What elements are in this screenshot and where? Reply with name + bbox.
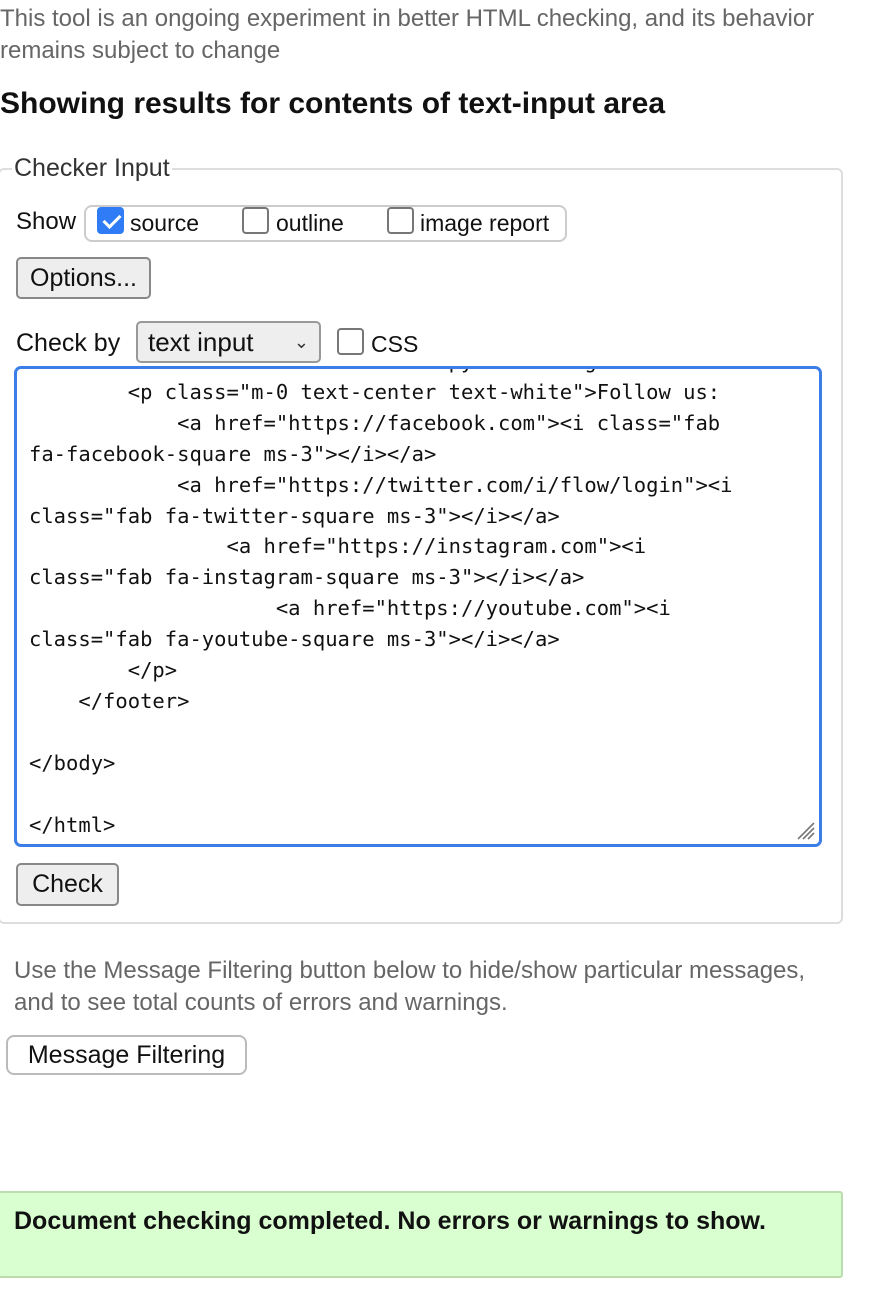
checker-input-legend: Checker Input bbox=[12, 152, 172, 184]
source-text: <footer class="footer-me auto py-5 dark-… bbox=[29, 369, 733, 837]
show-outline-label[interactable]: outline bbox=[276, 208, 344, 238]
message-filtering-button[interactable]: Message Filtering bbox=[6, 1035, 247, 1075]
check-button[interactable]: Check bbox=[16, 863, 119, 906]
result-message: Document checking completed. No errors o… bbox=[14, 1207, 766, 1235]
show-source-checkbox[interactable] bbox=[97, 207, 124, 234]
page-heading: Showing results for contents of text-inp… bbox=[0, 87, 666, 120]
chevron-down-icon: ⌄ bbox=[293, 332, 309, 352]
show-outline-checkbox[interactable] bbox=[242, 207, 269, 234]
result-banner: Document checking completed. No errors o… bbox=[0, 1191, 843, 1278]
check-by-label: Check by bbox=[16, 329, 121, 357]
show-label: Show bbox=[16, 208, 77, 235]
check-by-value: text input bbox=[148, 327, 254, 357]
resize-grip-icon[interactable] bbox=[792, 817, 816, 841]
css-checkbox[interactable] bbox=[337, 328, 364, 355]
intro-text: This tool is an ongoing experiment in be… bbox=[0, 5, 815, 64]
check-by-select[interactable]: text input ⌄ bbox=[136, 321, 321, 363]
source-textarea[interactable]: <footer class="footer-me auto py-5 dark-… bbox=[14, 366, 822, 847]
css-label[interactable]: CSS bbox=[371, 329, 418, 359]
message-filtering-help: Use the Message Filtering button below t… bbox=[14, 957, 806, 1016]
show-image-report-checkbox[interactable] bbox=[387, 207, 414, 234]
options-button[interactable]: Options... bbox=[16, 257, 151, 299]
show-image-report-label[interactable]: image report bbox=[420, 208, 549, 238]
show-source-label[interactable]: source bbox=[130, 208, 199, 238]
